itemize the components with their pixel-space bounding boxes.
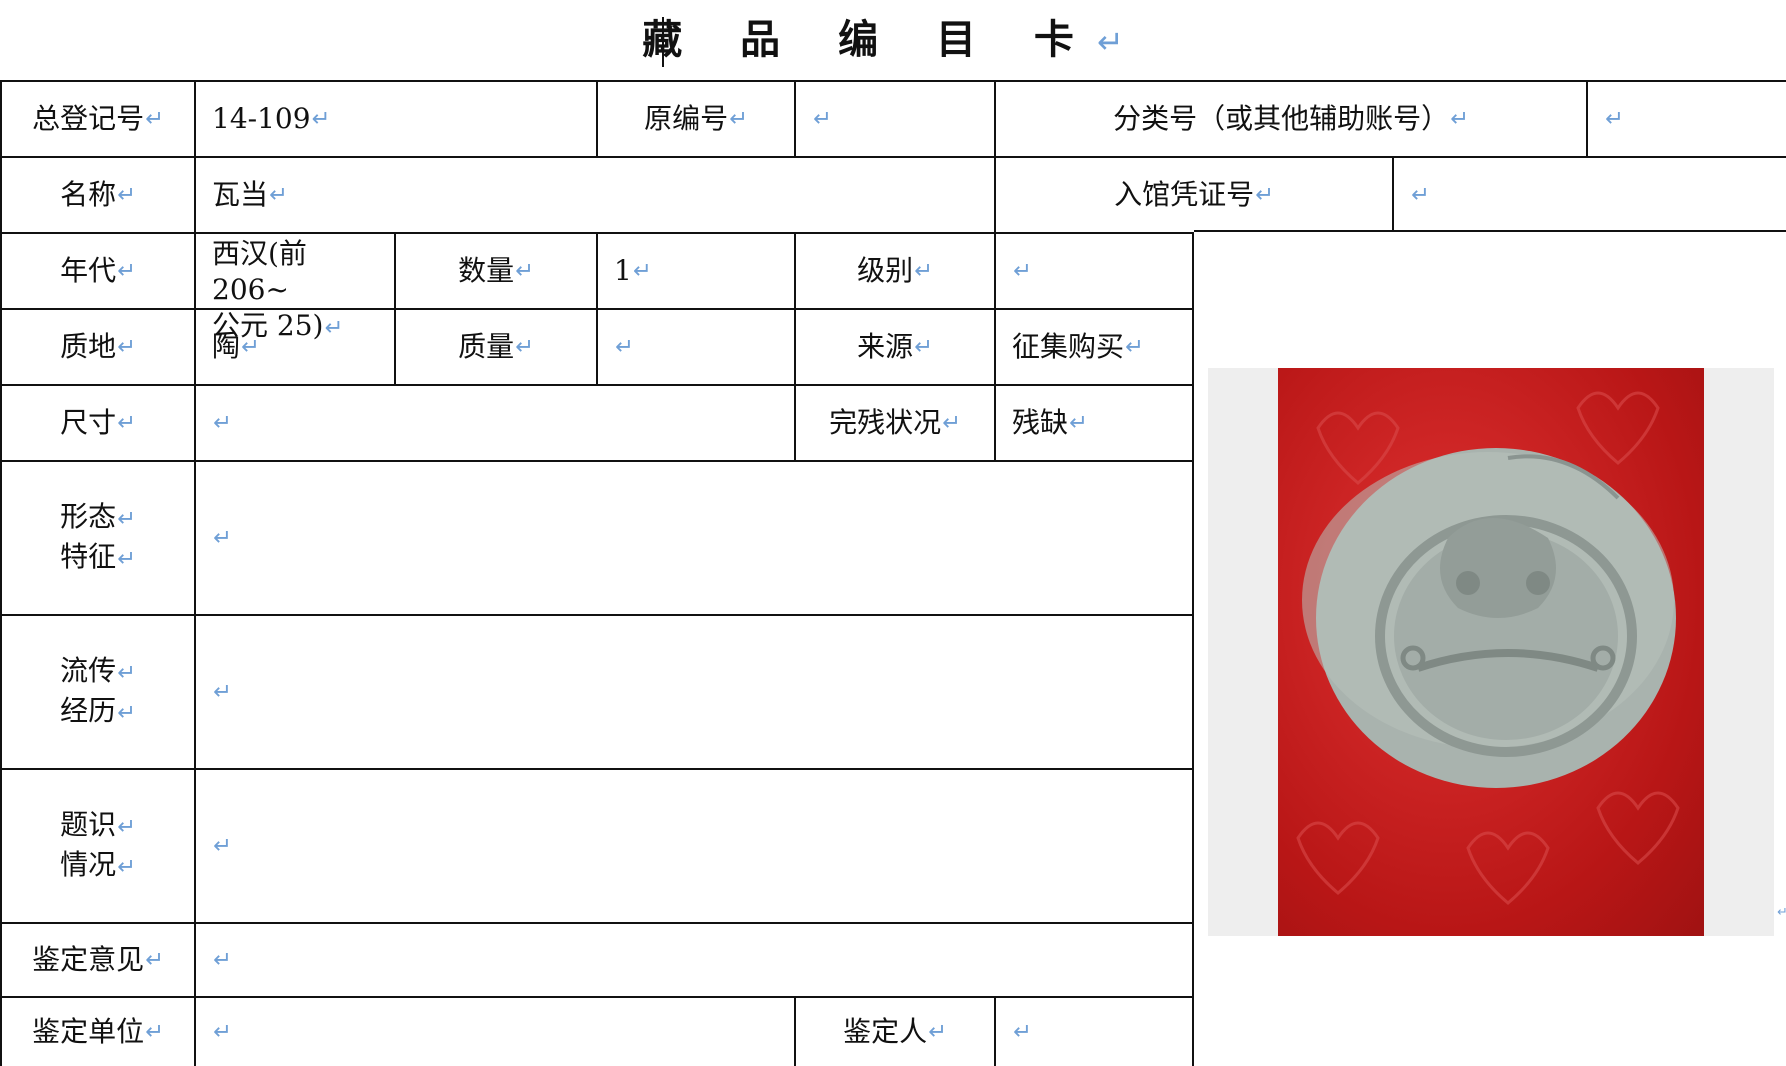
return-mark-icon: ↵ [1096, 23, 1124, 61]
return-mark-icon: ↵ [1450, 106, 1469, 132]
provenance-value[interactable]: ↵ [194, 614, 1194, 768]
appraisal-opinion-value[interactable]: ↵ [194, 922, 1194, 996]
artifact-photo-panel [1208, 368, 1774, 936]
quantity-value[interactable]: 1 ↵ [596, 232, 794, 308]
provenance-label: 流传↵ 经历↵ [0, 614, 194, 768]
return-mark-icon: ↵ [213, 947, 232, 973]
material-value[interactable]: 陶 ↵ [194, 308, 394, 384]
condition-value[interactable]: 残缺 ↵ [994, 384, 1194, 460]
entry-voucher-number-label: 入馆凭证号 ↵ [994, 156, 1392, 232]
table-header-bottom-border [1194, 230, 1786, 232]
grade-value[interactable]: ↵ [994, 232, 1194, 308]
return-mark-icon: ↵ [145, 106, 164, 132]
return-mark-icon: ↵ [1605, 106, 1624, 132]
appraisal-unit-value[interactable]: ↵ [194, 996, 794, 1066]
total-registration-number-value[interactable]: 14-109 ↵ [194, 80, 596, 156]
return-mark-icon: ↵ [117, 334, 136, 360]
return-mark-icon: ↵ [117, 258, 136, 284]
return-mark-icon: ↵ [117, 410, 136, 436]
classification-number-label: 分类号（或其他辅助账号） ↵ [994, 80, 1586, 156]
return-mark-icon: ↵ [117, 182, 136, 208]
roof-tile-end-image [1296, 391, 1680, 905]
original-number-value[interactable]: ↵ [794, 80, 994, 156]
size-label: 尺寸 ↵ [0, 384, 194, 460]
return-mark-icon: ↵ [311, 106, 331, 132]
return-mark-icon: ↵ [1125, 334, 1144, 360]
return-mark-icon: ↵ [117, 506, 136, 532]
return-mark-icon: ↵ [269, 182, 288, 208]
appraisal-unit-label: 鉴定单位 ↵ [0, 996, 194, 1066]
weight-label: 质量 ↵ [394, 308, 596, 384]
name-label: 名称 ↵ [0, 156, 194, 232]
appraisal-opinion-label: 鉴定意见 ↵ [0, 922, 194, 996]
return-mark-icon: ↵ [145, 947, 164, 973]
return-mark-icon: ↵ [213, 1019, 232, 1045]
return-mark-icon: ↵ [942, 410, 961, 436]
total-registration-number-label: 总登记号 ↵ [0, 80, 194, 156]
return-mark-icon: ↵ [914, 334, 933, 360]
form-features-label: 形态↵ 特征↵ [0, 460, 194, 614]
return-mark-icon: ↵ [145, 1019, 164, 1045]
return-mark-icon: ↵ [1255, 182, 1274, 208]
return-mark-icon: ↵ [117, 700, 136, 726]
return-mark-icon: ↵ [1013, 258, 1032, 284]
source-value[interactable]: 征集购买 ↵ [994, 308, 1194, 384]
era-value[interactable]: 西汉(前 206~ 公元 25)↵ [194, 232, 394, 342]
return-mark-icon: ↵ [213, 525, 232, 551]
artifact-photo [1278, 368, 1704, 936]
condition-label: 完残状况 ↵ [794, 384, 994, 460]
card-title: 藏 品 编 目 卡↵ [0, 8, 1786, 72]
return-mark-icon: ↵ [213, 679, 232, 705]
name-value[interactable]: 瓦当 ↵ [194, 156, 994, 232]
return-mark-icon: ↵ [241, 334, 260, 360]
beast-face-relief [1440, 518, 1556, 618]
material-label: 质地 ↵ [0, 308, 194, 384]
appraiser-label: 鉴定人 ↵ [794, 996, 994, 1066]
return-mark-icon: ↵ [615, 334, 634, 360]
return-mark-icon: ↵ [1069, 410, 1088, 436]
grade-label: 级别 ↵ [794, 232, 994, 308]
inscription-value[interactable]: ↵ [194, 768, 1194, 922]
return-mark-icon: ↵ [914, 258, 933, 284]
return-mark-icon: ↵ [117, 660, 136, 686]
inscription-label: 题识↵ 情况↵ [0, 768, 194, 922]
source-label: 来源 ↵ [794, 308, 994, 384]
return-mark-icon: ↵ [213, 833, 232, 859]
return-mark-icon: ↵ [515, 334, 534, 360]
return-mark-icon: ↵ [928, 1019, 947, 1045]
entry-voucher-number-value[interactable]: ↵ [1392, 156, 1786, 232]
return-mark-icon: ↵ [1777, 905, 1786, 920]
quantity-label: 数量 ↵ [394, 232, 596, 308]
return-mark-icon: ↵ [632, 258, 652, 284]
return-mark-icon: ↵ [1411, 182, 1430, 208]
original-number-label: 原编号 ↵ [596, 80, 794, 156]
era-label: 年代 ↵ [0, 232, 194, 308]
return-mark-icon: ↵ [117, 546, 136, 572]
return-mark-icon: ↵ [117, 854, 136, 880]
return-mark-icon: ↵ [117, 814, 136, 840]
size-value[interactable]: ↵ [194, 384, 794, 460]
return-mark-icon: ↵ [515, 258, 534, 284]
form-features-value[interactable]: ↵ [194, 460, 1194, 614]
appraiser-value[interactable]: ↵ [994, 996, 1194, 1066]
return-mark-icon: ↵ [813, 106, 832, 132]
return-mark-icon: ↵ [729, 106, 748, 132]
return-mark-icon: ↵ [1013, 1019, 1032, 1045]
weight-value[interactable]: ↵ [596, 308, 794, 384]
return-mark-icon: ↵ [213, 410, 232, 436]
table-right-border [1192, 232, 1194, 1066]
classification-number-value[interactable]: ↵ [1586, 80, 1786, 156]
